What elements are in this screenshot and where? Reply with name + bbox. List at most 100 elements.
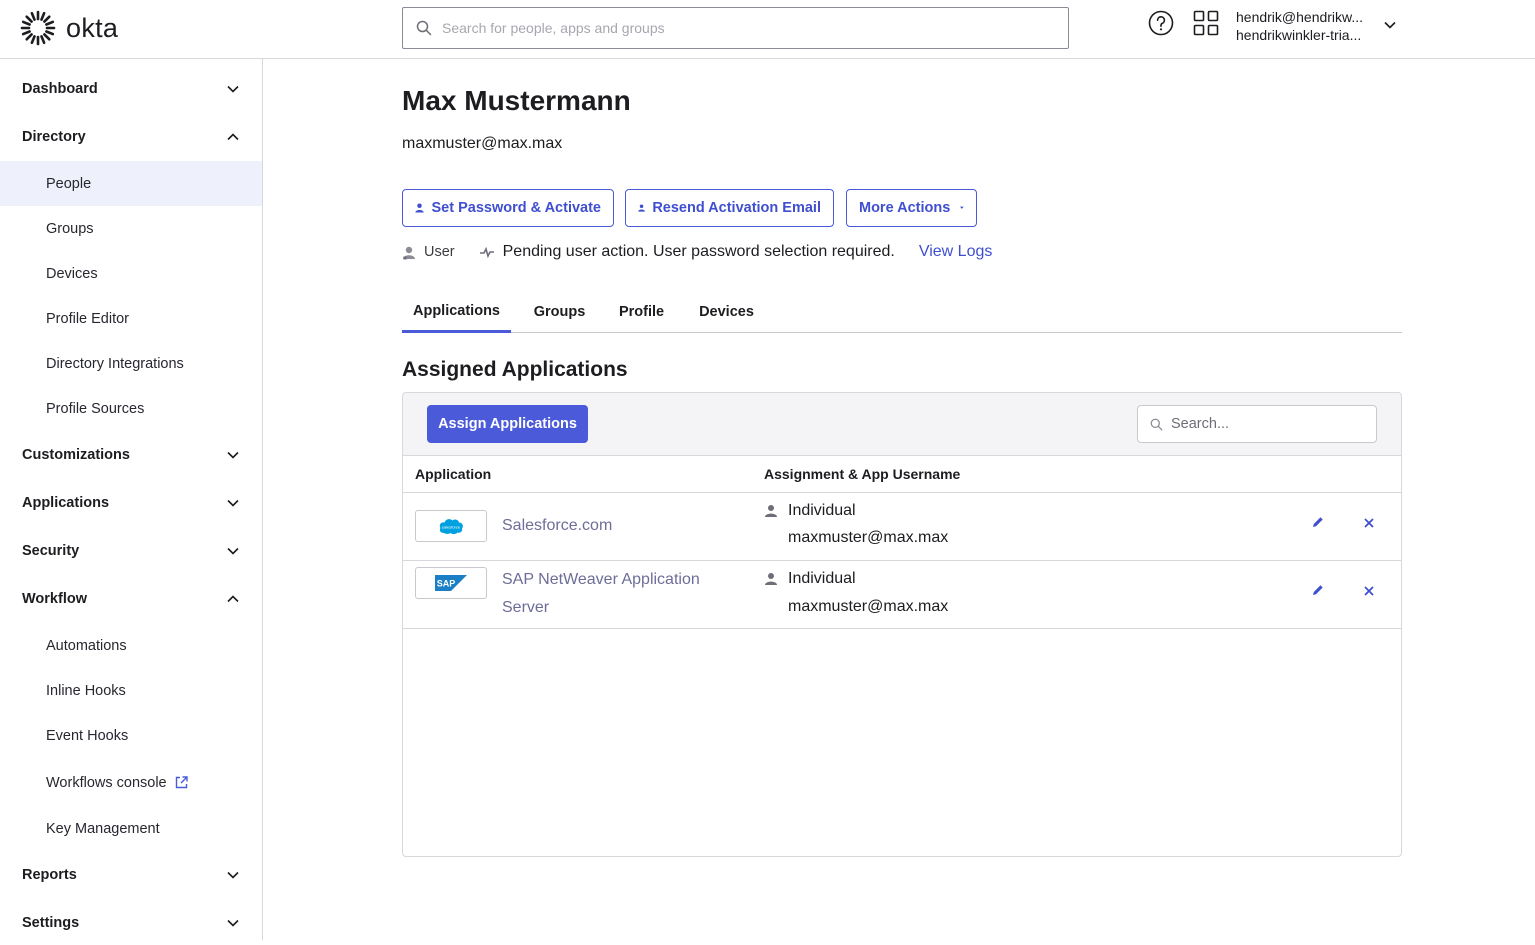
nav-section-label: Workflow (22, 591, 87, 607)
resend-activation-email-button[interactable]: Resend Activation Email (625, 189, 834, 227)
user-key-icon (415, 203, 424, 213)
salesforce-cloud-icon: salesforce (439, 519, 463, 535)
user-status-text: Pending user action. User password selec… (502, 243, 895, 260)
tab-applications[interactable]: Applications (402, 291, 511, 333)
nav-section-security[interactable]: Security (0, 529, 262, 573)
global-search-input[interactable] (442, 20, 1042, 36)
assignment-type: Individual (788, 570, 856, 587)
chevron-up-icon (227, 133, 239, 141)
individual-user-icon (765, 505, 777, 517)
assign-applications-button[interactable]: Assign Applications (427, 405, 588, 443)
user-email: maxmuster@max.max (402, 135, 563, 152)
sidebar-item-profile-editor[interactable]: Profile Editor (0, 296, 262, 341)
grid-icon (1193, 10, 1219, 36)
more-actions-button[interactable]: More Actions (846, 189, 977, 227)
tab-profile[interactable]: Profile (609, 291, 674, 333)
app-search-box[interactable] (1137, 405, 1377, 443)
sidebar-item-people[interactable]: People (0, 161, 262, 206)
assigned-applications-panel: Assign Applications Application Assignme… (402, 392, 1402, 857)
sidebar-item-label: Key Management (46, 820, 160, 837)
view-logs-link[interactable]: View Logs (919, 243, 993, 261)
sidebar-item-label: Groups (46, 220, 94, 237)
sidebar-item-workflows-console[interactable]: Workflows console (0, 760, 262, 805)
individual-user-icon (765, 573, 777, 585)
chevron-down-icon (227, 871, 239, 879)
app-switcher-button[interactable] (1193, 10, 1219, 41)
pencil-icon (1313, 517, 1323, 527)
page-title: Max Mustermann (402, 85, 631, 116)
app-search-input[interactable] (1171, 416, 1361, 432)
assigned-applications-title: Assigned Applications (402, 358, 628, 381)
sidebar-item-label: Profile Editor (46, 310, 130, 327)
tab-label: Groups (533, 304, 586, 320)
chevron-down-icon (1384, 21, 1396, 29)
nav-section-applications[interactable]: Applications (0, 481, 262, 525)
sidebar-item-label: Profile Sources (46, 400, 145, 417)
edit-assignment-button[interactable] (1311, 515, 1325, 534)
user-tabs: Applications Groups Profile Devices (402, 291, 1402, 333)
remove-assignment-button[interactable] (1363, 516, 1375, 534)
user-role: User (424, 244, 455, 260)
chevron-down-icon (227, 499, 239, 507)
pending-activity-icon (479, 246, 494, 259)
nav-section-label: Directory (22, 129, 86, 145)
sidebar-item-automations[interactable]: Automations (0, 623, 262, 668)
nav-section-directory[interactable]: Directory (0, 115, 262, 159)
okta-logo[interactable]: okta (20, 10, 118, 46)
okta-logo-text: okta (66, 12, 119, 43)
sidebar-item-profile-sources[interactable]: Profile Sources (0, 386, 262, 431)
app-link-salesforce[interactable]: Salesforce.com (502, 512, 742, 540)
caret-down-icon (960, 206, 964, 209)
user-status-row: User Pending user action. User password … (402, 241, 992, 263)
top-bar: okta hendrik@hendrikw... hendrikwinkler-… (0, 0, 1535, 59)
table-row: salesforce Salesforce.com Individual max… (403, 493, 1401, 561)
tab-devices[interactable]: Devices (687, 291, 766, 333)
tab-groups[interactable]: Groups (523, 291, 596, 333)
sidebar-nav: Dashboard Directory People Groups Device… (0, 59, 263, 940)
help-circle-icon (1148, 10, 1174, 36)
global-search-box[interactable] (402, 7, 1069, 49)
assignment-type: Individual (788, 502, 856, 519)
sap-logo[interactable]: SAP (415, 567, 487, 599)
sidebar-item-event-hooks[interactable]: Event Hooks (0, 713, 262, 758)
help-button[interactable] (1148, 10, 1174, 41)
chevron-down-icon (227, 919, 239, 927)
salesforce-logo[interactable]: salesforce (415, 510, 487, 542)
sidebar-item-label: Workflows console (46, 774, 167, 791)
user-menu[interactable]: hendrik@hendrikw... hendrikwinkler-tria.… (1236, 8, 1376, 44)
table-row: SAP SAP NetWeaver Application Server Ind… (403, 561, 1401, 629)
sidebar-item-inline-hooks[interactable]: Inline Hooks (0, 668, 262, 713)
sidebar-item-key-management[interactable]: Key Management (0, 806, 262, 851)
okta-sunburst-icon (20, 10, 56, 46)
nav-section-workflow[interactable]: Workflow (0, 577, 262, 621)
sap-logo-icon: SAP (435, 575, 467, 591)
nav-section-label: Reports (22, 867, 77, 883)
app-link-sap-netweaver[interactable]: SAP NetWeaver Application Server (502, 566, 742, 622)
nav-section-settings[interactable]: Settings (0, 901, 262, 945)
nav-section-label: Security (22, 543, 80, 559)
tab-label: Devices (699, 304, 754, 320)
nav-section-label: Applications (22, 495, 110, 511)
sidebar-item-groups[interactable]: Groups (0, 206, 262, 251)
sidebar-item-directory-integrations[interactable]: Directory Integrations (0, 341, 262, 386)
panel-toolbar: Assign Applications (403, 393, 1401, 456)
svg-text:SAP: SAP (437, 579, 456, 589)
svg-text:salesforce: salesforce (442, 525, 461, 530)
nav-section-label: Customizations (22, 447, 130, 463)
sidebar-item-label: Inline Hooks (46, 682, 126, 699)
sidebar-item-label: People (46, 175, 92, 192)
nav-section-reports[interactable]: Reports (0, 853, 262, 897)
nav-section-customizations[interactable]: Customizations (0, 433, 262, 477)
remove-assignment-button[interactable] (1363, 584, 1375, 602)
tab-label: Applications (412, 302, 500, 319)
button-label: Set Password & Activate (431, 200, 602, 216)
nav-section-dashboard[interactable]: Dashboard (0, 67, 262, 111)
user-menu-chevron[interactable] (1383, 18, 1397, 37)
search-icon (1150, 418, 1163, 430)
edit-assignment-button[interactable] (1311, 583, 1325, 602)
sidebar-item-label: Event Hooks (46, 727, 129, 744)
sidebar-item-devices[interactable]: Devices (0, 251, 262, 296)
set-password-activate-button[interactable]: Set Password & Activate (402, 189, 614, 227)
user-role-icon (403, 246, 415, 259)
external-link-icon (175, 776, 188, 789)
